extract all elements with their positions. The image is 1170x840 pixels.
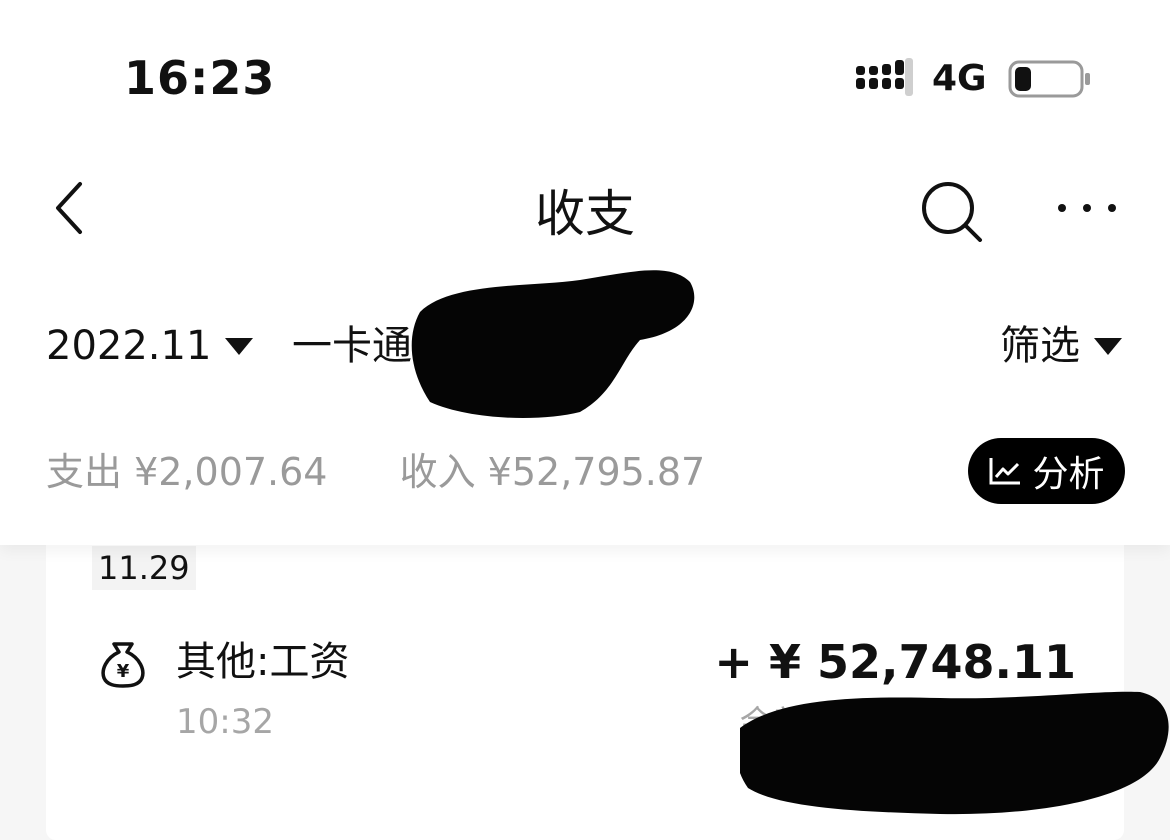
page-title: 收支	[535, 185, 635, 243]
transaction-amount: + ¥ 52,748.11	[714, 635, 1076, 689]
battery-icon	[1008, 60, 1090, 98]
analysis-button[interactable]: 分析	[968, 438, 1125, 504]
status-time: 16:23	[124, 51, 276, 105]
caret-down-icon	[225, 337, 254, 355]
income-total: 收入 ¥52,795.87	[399, 450, 706, 494]
expense-total: 支出 ¥2,007.64	[46, 450, 328, 494]
month-selector[interactable]: 2022.11	[46, 318, 254, 374]
search-icon[interactable]	[918, 182, 984, 242]
filter-label: 筛选	[1000, 323, 1080, 369]
summary: 支出 ¥2,007.64 收入 ¥52,795.87	[46, 446, 765, 498]
date-header: 11.29	[92, 546, 196, 590]
transaction-time: 10:32	[176, 702, 274, 742]
redaction-mark	[740, 691, 1169, 815]
money-bag-icon: ¥	[101, 642, 145, 688]
trend-chart-icon	[989, 458, 1021, 485]
card-selector[interactable]: 一卡通	[292, 318, 412, 374]
signal-icon	[856, 58, 913, 96]
redaction-mark	[411, 270, 695, 418]
transaction-category[interactable]: 其他:工资	[176, 636, 349, 688]
analysis-label: 分析	[1032, 454, 1105, 495]
caret-down-icon	[1094, 337, 1122, 355]
network-label: 4G	[932, 58, 987, 99]
svg-text:¥: ¥	[117, 661, 130, 682]
month-label: 2022.11	[46, 323, 212, 369]
more-horizontal-icon[interactable]	[1056, 196, 1118, 220]
filter-button[interactable]: 筛选	[1000, 318, 1122, 374]
